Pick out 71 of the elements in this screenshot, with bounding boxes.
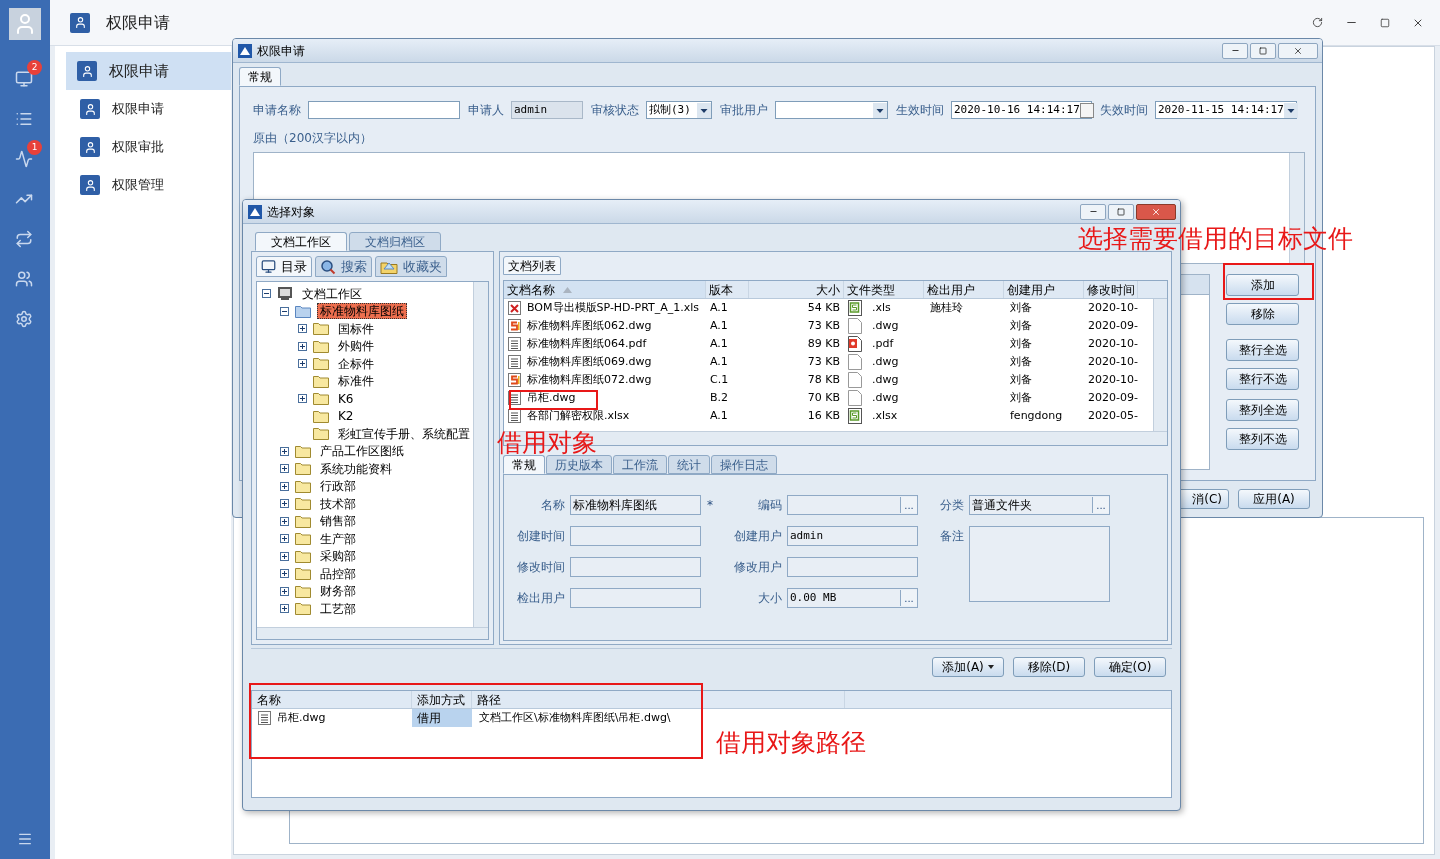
table-cell-text: 吊柜.dwg	[527, 389, 576, 406]
field-label: 备注	[939, 528, 964, 545]
field-label: 检出用户	[516, 590, 565, 607]
table-cell-text: 2020-10-	[1087, 353, 1138, 370]
field-label: 失效时间	[1100, 102, 1148, 119]
table-cell-text: 刘备	[1009, 335, 1033, 352]
table-cell-text: 刘备	[1009, 317, 1033, 334]
table-cell-text: 刘备	[1009, 299, 1033, 316]
field-label: 修改用户	[733, 559, 782, 576]
field-label: 大小	[757, 590, 782, 607]
table-cell: 借用	[412, 709, 472, 727]
badge: 1	[27, 140, 42, 155]
required-marker: *	[707, 497, 713, 514]
field-label: 名称	[540, 497, 565, 514]
table-cell-text: 2020-10-	[1087, 335, 1138, 352]
table-cell-text: 标准物料库图纸072.dwg	[527, 371, 652, 388]
table-cell-text: 54 KB	[806, 299, 841, 316]
table-cell-text: 2020-05-	[1087, 407, 1138, 424]
field-label: 编码	[757, 497, 782, 514]
table-cell-text: A.1	[709, 317, 729, 334]
table-cell-text: 刘备	[1009, 353, 1033, 370]
table-cell-text: 刘备	[1009, 371, 1033, 388]
field-label: 审批用户	[720, 102, 768, 119]
table-cell-text: 标准物料库图纸069.dwg	[527, 353, 652, 370]
table-cell-text: A.1	[709, 299, 729, 316]
table-cell-text: .xls	[872, 299, 891, 316]
field-label: 修改时间	[516, 559, 565, 576]
table-cell-text: 78 KB	[806, 371, 841, 388]
table-cell-text: 文档工作区\标准物料库图纸\吊柜.dwg\	[478, 709, 671, 726]
table-cell-text: 刘备	[1009, 389, 1033, 406]
table-cell-text: 16 KB	[806, 407, 841, 424]
table-cell-text: 2020-09-	[1087, 389, 1138, 406]
table-cell-text: 施桂玲	[929, 299, 964, 316]
field-label: 分类	[939, 497, 964, 514]
table-cell-text: B.2	[709, 389, 730, 406]
field-label: 创建用户	[733, 528, 782, 545]
table-cell-text: C.1	[709, 371, 730, 388]
annotation-text: 借用对象路径	[716, 727, 866, 759]
field-label: 生效时间	[896, 102, 944, 119]
field-label: 创建时间	[516, 528, 565, 545]
table-cell-text: A.1	[709, 353, 729, 370]
table-cell-text: 73 KB	[806, 317, 841, 334]
table-cell-text: A.1	[709, 335, 729, 352]
app-title: 权限申请	[106, 11, 170, 34]
table-cell-text: 89 KB	[806, 335, 841, 352]
table-cell: 吊柜.dwg	[252, 709, 412, 727]
table-cell-text: .dwg	[872, 353, 899, 370]
table-cell-text: 2020-09-	[1087, 317, 1138, 334]
table-cell-text: 70 KB	[806, 389, 841, 406]
window-title: 权限申请	[257, 42, 305, 60]
table-cell-text: 2020-10-	[1087, 299, 1138, 316]
table-cell-text: 73 KB	[806, 353, 841, 370]
table-cell-text: .pdf	[872, 335, 894, 352]
table-cell-text: 标准物料库图纸062.dwg	[527, 317, 652, 334]
field-label: 审核状态	[591, 102, 639, 119]
badge: 2	[27, 60, 42, 75]
window-title: 选择对象	[267, 203, 315, 221]
table-cell-text: .dwg	[872, 317, 899, 334]
table-cell-text: .dwg	[872, 389, 899, 406]
table-cell-text: fengdong	[1009, 407, 1064, 424]
input-field: admin	[511, 101, 583, 119]
table-cell-text: A.1	[709, 407, 729, 424]
table-cell-text: 标准物料库图纸064.pdf	[527, 335, 647, 352]
field-label: 申请名称	[253, 102, 301, 119]
table-cell-text: .dwg	[872, 371, 899, 388]
table-cell-text: 各部门解密权限.xlsx	[527, 407, 630, 424]
table-cell-text: .xlsx	[872, 407, 898, 424]
table-cell-text: BOM导出模版SP-HD-PRT_A_1.xls	[527, 299, 700, 316]
table-cell-text: 2020-10-	[1087, 371, 1138, 388]
field-label: 原由（200汉字以内）	[253, 130, 373, 147]
field-label: 申请人	[468, 102, 504, 119]
